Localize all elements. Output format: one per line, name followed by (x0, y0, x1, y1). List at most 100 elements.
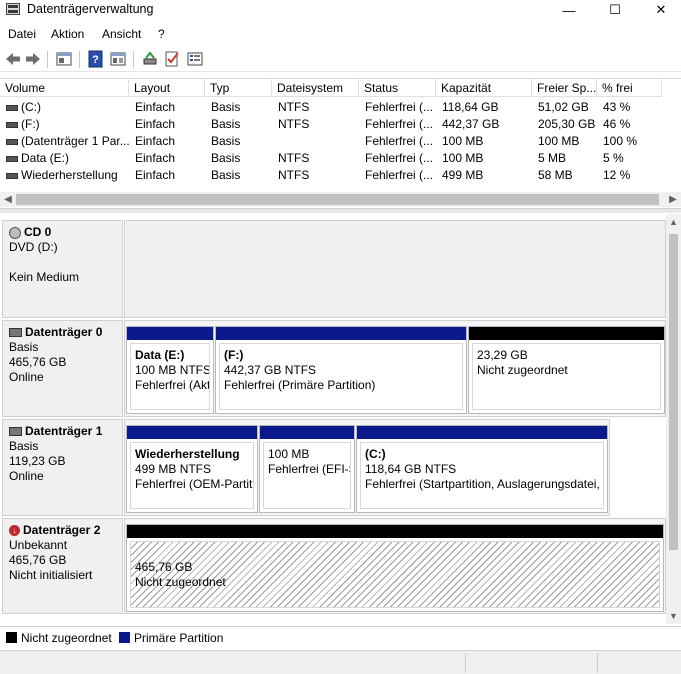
vertical-scrollbar[interactable]: ▲ ▼ (666, 214, 681, 624)
partition-bar (357, 426, 607, 439)
partition-efi[interactable]: 100 MB Fehlerfrei (EFI-S (259, 425, 355, 513)
volume-list-header: Volume Layout Typ Dateisystem Status Kap… (0, 79, 662, 97)
partition-unallocated[interactable]: 465,76 GB Nicht zugeordnet (126, 524, 664, 612)
cell-kapazitaet: 499 MB (442, 168, 484, 182)
scroll-right-icon[interactable]: ▶ (665, 192, 681, 207)
partition-size: 465,76 GB (135, 560, 193, 574)
disk-area-1: Wiederherstellung 499 MB NTFS Fehlerfrei… (124, 419, 610, 516)
column-header-prozent-frei[interactable]: % frei (597, 79, 662, 97)
toolbar-separator (47, 51, 48, 68)
disk-label-2[interactable]: ↓ Datenträger 2 Unbekannt 465,76 GB Nicht… (2, 518, 123, 614)
table-row[interactable]: (F:) Einfach Basis NTFS Fehlerfrei (... … (0, 115, 662, 132)
connect-icon[interactable] (141, 50, 159, 68)
cell-layout: Einfach (135, 117, 176, 131)
disk-status: Online (9, 469, 44, 483)
disk-row-1[interactable]: Datenträger 1 Basis 119,23 GB Online Wie… (2, 419, 665, 516)
partition-size: 100 MB (268, 447, 310, 461)
cell-status: Fehlerfrei (... (365, 151, 434, 165)
column-header-kapazitaet[interactable]: Kapazität (436, 79, 532, 97)
maximize-button[interactable]: ☐ (592, 0, 638, 20)
partition-size: 118,64 GB NTFS (365, 462, 457, 476)
column-header-volume[interactable]: Volume (0, 79, 129, 97)
svg-text:?: ? (92, 54, 99, 66)
volume-name: (F:) (21, 117, 40, 131)
disk-status: Nicht initialisiert (9, 568, 93, 582)
table-row[interactable]: Wiederherstellung Einfach Basis NTFS Feh… (0, 166, 662, 183)
cell-prozent-frei: 5 % (603, 151, 624, 165)
horizontal-scrollbar-thumb[interactable] (16, 194, 659, 205)
cell-dateisystem: NTFS (278, 100, 310, 114)
properties-icon[interactable] (55, 50, 73, 68)
cell-volume: (Datenträger 1 Par... (0, 132, 129, 149)
minimize-button[interactable]: — (546, 0, 592, 20)
disk-label-cd0[interactable]: CD 0 DVD (D:) Kein Medium (2, 220, 123, 318)
disk-area-cd0 (124, 220, 666, 318)
forward-icon[interactable] (24, 50, 42, 68)
cell-layout: Einfach (135, 100, 176, 114)
partition-status: Fehlerfrei (Startpartition, Auslagerungs… (365, 477, 604, 491)
cell-volume: (F:) (0, 115, 129, 132)
scroll-up-icon[interactable]: ▲ (666, 214, 681, 230)
disk-name: Datenträger 0 (25, 325, 103, 339)
volume-icon (6, 155, 18, 162)
column-header-status[interactable]: Status (359, 79, 436, 97)
disk-label-0[interactable]: Datenträger 0 Basis 465,76 GB Online (2, 320, 123, 417)
cell-typ: Basis (211, 117, 241, 131)
cell-status: Fehlerfrei (... (365, 100, 434, 114)
column-header-freier-speicher[interactable]: Freier Sp... (532, 79, 597, 97)
menu-datei[interactable]: Datei (8, 27, 36, 41)
volume-list: Volume Layout Typ Dateisystem Status Kap… (0, 78, 681, 207)
scroll-left-icon[interactable]: ◀ (0, 192, 16, 207)
volume-name: Data (E:) (21, 151, 70, 165)
disk-row-cd0[interactable]: CD 0 DVD (D:) Kein Medium (2, 220, 666, 318)
menu-aktion[interactable]: Aktion (51, 27, 84, 41)
disk-name: Datenträger 1 (25, 424, 103, 438)
horizontal-scrollbar[interactable]: ◀ ▶ (0, 192, 681, 207)
column-header-typ[interactable]: Typ (205, 79, 272, 97)
help-icon[interactable]: ? (87, 50, 105, 68)
view-icon[interactable] (109, 50, 127, 68)
error-disk-icon: ↓ (9, 525, 20, 536)
cell-freier-speicher: 5 MB (538, 151, 567, 165)
back-icon[interactable] (4, 50, 22, 68)
disk-row-2[interactable]: ↓ Datenträger 2 Unbekannt 465,76 GB Nicht… (2, 518, 666, 614)
vertical-scrollbar-thumb[interactable] (669, 234, 678, 550)
disk-name: CD 0 (24, 225, 52, 239)
table-row[interactable]: (C:) Einfach Basis NTFS Fehlerfrei (... … (0, 98, 662, 115)
column-header-dateisystem[interactable]: Dateisystem (272, 79, 359, 97)
partition-c[interactable]: (C:) 118,64 GB NTFS Fehlerfrei (Startpar… (356, 425, 608, 513)
disk-row-0[interactable]: Datenträger 0 Basis 465,76 GB Online Dat… (2, 320, 666, 417)
partition-status: Fehlerfrei (EFI-S (268, 462, 351, 476)
cell-layout: Einfach (135, 168, 176, 182)
cell-status: Fehlerfrei (... (365, 134, 434, 148)
partition-unallocated[interactable]: 23,29 GB Nicht zugeordnet (468, 326, 665, 414)
partition-name: Wiederherstellung (135, 447, 240, 461)
menu-bar: Datei Aktion Ansicht ? (0, 24, 681, 44)
disk-area-2: 465,76 GB Nicht zugeordnet (124, 518, 666, 614)
status-bar-separator (465, 653, 466, 673)
disk-label-1[interactable]: Datenträger 1 Basis 119,23 GB Online (2, 419, 123, 516)
scroll-down-icon[interactable]: ▼ (666, 608, 681, 624)
column-header-layout[interactable]: Layout (129, 79, 205, 97)
check-icon[interactable] (163, 50, 181, 68)
table-row[interactable]: Data (E:) Einfach Basis NTFS Fehlerfrei … (0, 149, 662, 166)
partition-data-e[interactable]: Data (E:) 100 MB NTFS Fehlerfrei (Akt (126, 326, 214, 414)
pane-splitter[interactable] (0, 208, 681, 213)
partition-status: Nicht zugeordnet (477, 363, 568, 377)
partition-status: Nicht zugeordnet (135, 575, 226, 589)
partition-wiederherstellung[interactable]: Wiederherstellung 499 MB NTFS Fehlerfrei… (126, 425, 258, 513)
table-row[interactable]: (Datenträger 1 Par... Einfach Basis Fehl… (0, 132, 662, 149)
menu-ansicht[interactable]: Ansicht (102, 27, 141, 41)
menu-help[interactable]: ? (158, 27, 165, 41)
partition-name: Data (E:) (135, 348, 185, 362)
partition-f[interactable]: (F:) 442,37 GB NTFS Fehlerfrei (Primäre … (215, 326, 467, 414)
cell-freier-speicher: 205,30 GB (538, 117, 596, 131)
disk-size: 119,23 GB (9, 454, 66, 468)
cell-status: Fehlerfrei (... (365, 117, 434, 131)
close-button[interactable]: ✕ (638, 0, 681, 20)
volume-name: (Datenträger 1 Par... (21, 134, 129, 148)
partition-status: Fehlerfrei (Akt (135, 378, 210, 392)
settings-icon[interactable] (186, 50, 204, 68)
toolbar-separator (79, 51, 80, 68)
cell-freier-speicher: 58 MB (538, 168, 573, 182)
